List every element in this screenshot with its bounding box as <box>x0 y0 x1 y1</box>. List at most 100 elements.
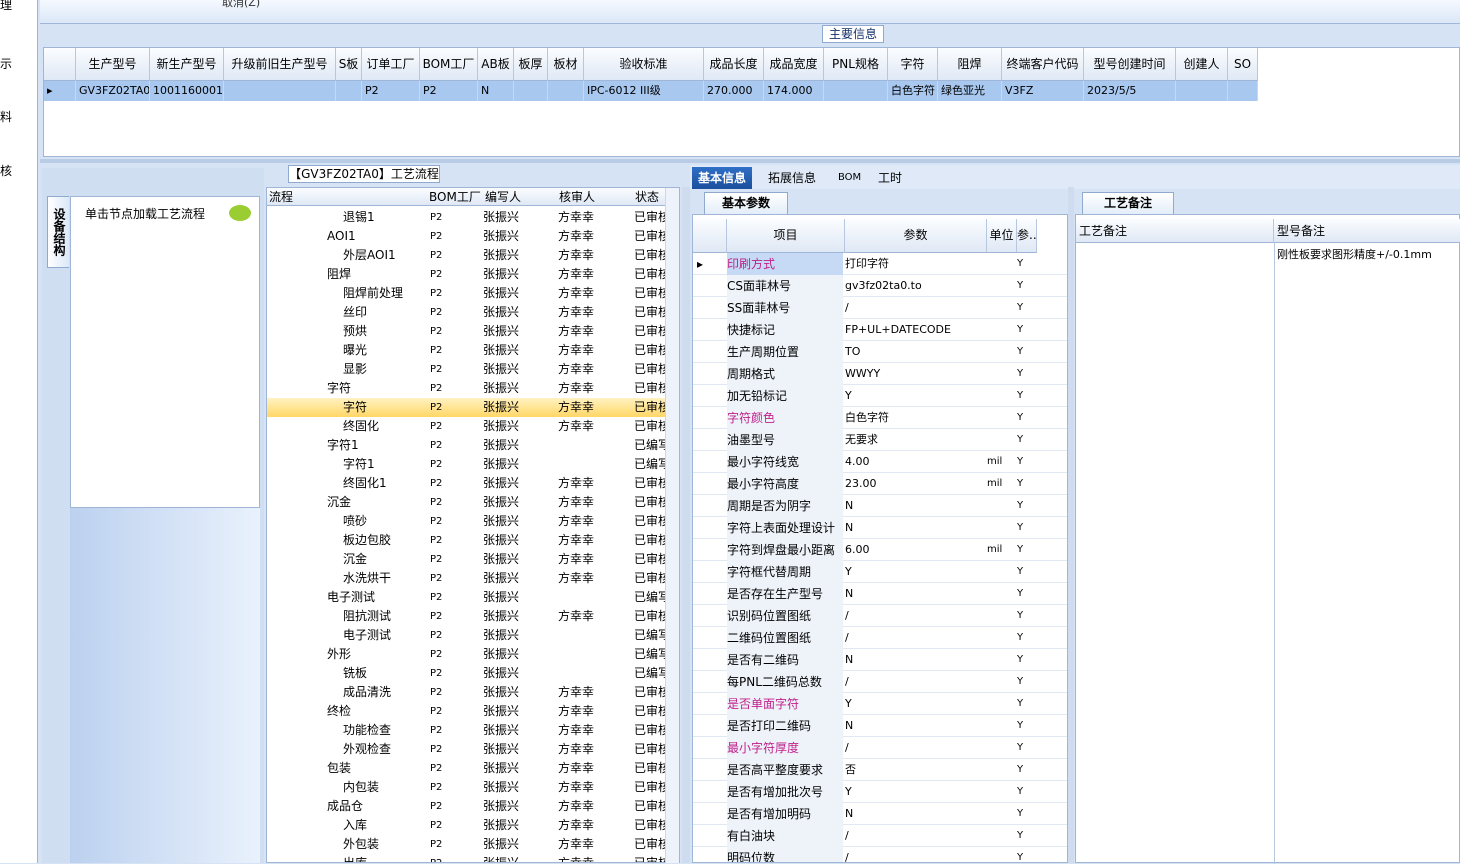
param-value[interactable]: N <box>845 803 985 825</box>
flow-column-header[interactable]: BOM工厂 <box>429 188 481 206</box>
param-row[interactable]: 字符颜色 白色字符 Y <box>693 407 1067 429</box>
tree-node[interactable]: 阻焊前处理 P2 张振兴 方幸幸 已审核 <box>267 284 667 303</box>
tree-node[interactable]: 终固化1 P2 张振兴 方幸幸 已审核 <box>267 474 667 493</box>
column-header[interactable]: BOM工厂 <box>420 48 478 81</box>
param-value[interactable]: / <box>845 847 985 862</box>
tree-node[interactable]: 喷砂 P2 张振兴 方幸幸 已审核 <box>267 512 667 531</box>
table-cell[interactable] <box>1228 81 1258 101</box>
horizontal-splitter[interactable] <box>40 159 1460 163</box>
tab-right[interactable]: 工时 <box>872 167 908 189</box>
param-row[interactable]: 周期格式 WWYY Y <box>693 363 1067 385</box>
tree-node[interactable]: 退锡1 P2 张振兴 方幸幸 已审核 <box>267 208 667 227</box>
param-value[interactable]: / <box>845 825 985 847</box>
param-value[interactable]: Y <box>845 781 985 803</box>
tree-node[interactable]: 曝光 P2 张振兴 方幸幸 已审核 <box>267 341 667 360</box>
table-cell[interactable] <box>224 81 336 101</box>
left-nav-item[interactable]: 核 <box>0 162 38 179</box>
process-flow-tree[interactable]: 流程BOM工厂编写人核审人状态退锡1P2张振兴方幸幸已审核− AOI1P2张振兴… <box>266 187 680 863</box>
param-value[interactable]: WWYY <box>845 363 985 385</box>
tree-node[interactable]: 入库 P2 张振兴 方幸幸 已审核 <box>267 816 667 835</box>
table-cell[interactable]: P2 <box>362 81 420 101</box>
param-value[interactable]: 打印字符 <box>845 253 985 275</box>
column-header[interactable]: 新生产型号 <box>150 48 224 81</box>
param-row[interactable]: 有白油块 / Y <box>693 825 1067 847</box>
left-nav-item[interactable]: 理 <box>0 0 38 13</box>
table-cell[interactable]: GV3FZ02TA0 <box>76 81 150 101</box>
param-value[interactable]: FP+UL+DATECODE <box>845 319 985 341</box>
table-cell[interactable]: 白色字符 <box>888 81 938 101</box>
param-value[interactable]: 无要求 <box>845 429 985 451</box>
tree-node[interactable]: − 电子测试P2张振兴已编写 <box>267 588 667 607</box>
column-header[interactable]: 阻焊 <box>938 48 1002 81</box>
tree-node[interactable]: 内包装 P2 张振兴 方幸幸 已审核 <box>267 778 667 797</box>
flow-column-header[interactable]: 状态 <box>635 188 659 206</box>
cancel-button[interactable]: 取消(Z) <box>222 0 260 10</box>
param-row[interactable]: 是否打印二维码 N Y <box>693 715 1067 737</box>
param-value[interactable]: N <box>845 649 985 671</box>
tree-node[interactable]: − 成品仓P2张振兴方幸幸已审核 <box>267 797 667 816</box>
table-cell[interactable]: IPC-6012 III级 <box>584 81 704 101</box>
tree-node[interactable]: 显影 P2 张振兴 方幸幸 已审核 <box>267 360 667 379</box>
column-header[interactable]: S板 <box>336 48 362 81</box>
table-cell[interactable]: 2023/5/5 <box>1084 81 1176 101</box>
param-row[interactable]: 最小字符线宽 4.00 mil Y <box>693 451 1067 473</box>
param-value[interactable]: / <box>845 605 985 627</box>
param-value[interactable]: N <box>845 495 985 517</box>
param-row[interactable]: 生产周期位置 TO Y <box>693 341 1067 363</box>
tree-node[interactable]: − 字符P2张振兴方幸幸已审核 <box>267 379 667 398</box>
tab-device-structure[interactable]: 设备结构 <box>47 196 69 268</box>
table-row[interactable]: ▸GV3FZ02TA010011600011362P2P2NIPC-6012 I… <box>44 81 1258 101</box>
flow-column-header[interactable]: 流程 <box>269 188 293 206</box>
param-value[interactable]: / <box>845 297 985 319</box>
param-value[interactable]: 6.00 <box>845 539 985 561</box>
table-cell[interactable] <box>1176 81 1228 101</box>
tree-node[interactable]: 预烘 P2 张振兴 方幸幸 已审核 <box>267 322 667 341</box>
table-cell[interactable]: N <box>478 81 514 101</box>
tree-node[interactable]: − 字符1P2张振兴已编写 <box>267 436 667 455</box>
param-value[interactable]: N <box>845 583 985 605</box>
param-value[interactable]: Y <box>845 561 985 583</box>
tree-node[interactable]: − 阻焊P2张振兴方幸幸已审核 <box>267 265 667 284</box>
param-row[interactable]: 二维码位置图纸 / Y <box>693 627 1067 649</box>
tree-node[interactable]: 字符 P2 张振兴 方幸幸 已审核 <box>267 398 667 417</box>
param-value[interactable]: N <box>845 715 985 737</box>
param-value[interactable]: / <box>845 627 985 649</box>
column-header[interactable]: 字符 <box>888 48 938 81</box>
column-header[interactable]: 终端客户代码 <box>1002 48 1084 81</box>
column-header[interactable]: 型号创建时间 <box>1084 48 1176 81</box>
flow-column-header[interactable]: 核审人 <box>559 188 595 206</box>
tree-node[interactable]: 外层AOI1 P2 张振兴 方幸幸 已审核 <box>267 246 667 265</box>
param-value[interactable]: 白色字符 <box>845 407 985 429</box>
param-row[interactable]: 字符到焊盘最小距离 6.00 mil Y <box>693 539 1067 561</box>
param-row[interactable]: 加无铅标记 Y Y <box>693 385 1067 407</box>
table-cell[interactable]: 绿色亚光 <box>938 81 1002 101</box>
tab-process-remark[interactable]: 工艺备注 <box>1082 192 1174 214</box>
tree-node[interactable]: 水洗烘干 P2 张振兴 方幸幸 已审核 <box>267 569 667 588</box>
table-cell[interactable] <box>336 81 362 101</box>
param-value[interactable]: N <box>845 517 985 539</box>
param-row[interactable]: 字符框代替周期 Y Y <box>693 561 1067 583</box>
param-value[interactable]: 23.00 <box>845 473 985 495</box>
tree-node[interactable]: 电子测试 P2 张振兴 已编写 <box>267 626 667 645</box>
param-row[interactable]: SS面菲林号 / Y <box>693 297 1067 319</box>
param-value[interactable]: gv3fz02ta0.to <box>845 275 985 297</box>
param-row[interactable]: 周期是否为阴字 N Y <box>693 495 1067 517</box>
param-row[interactable]: 最小字符厚度 / Y <box>693 737 1067 759</box>
params-column-header[interactable]: 项目 <box>727 219 845 253</box>
table-cell[interactable] <box>514 81 548 101</box>
param-row[interactable]: CS面菲林号 gv3fz02ta0.to Y <box>693 275 1067 297</box>
tree-node[interactable]: 外包装 P2 张振兴 方幸幸 已审核 <box>267 835 667 854</box>
param-value[interactable]: Y <box>845 693 985 715</box>
tree-node[interactable]: − 外形P2张振兴已编写 <box>267 645 667 664</box>
tree-node[interactable]: 阻抗测试 P2 张振兴 方幸幸 已审核 <box>267 607 667 626</box>
column-header[interactable]: 板材 <box>548 48 584 81</box>
param-value[interactable]: TO <box>845 341 985 363</box>
column-header[interactable]: 成品长度 <box>704 48 764 81</box>
column-header[interactable]: 创建人 <box>1176 48 1228 81</box>
basic-params-grid[interactable]: 项目 参数 单位 参.. ▸ 印刷方式 打印字符 Y CS面菲林号 gv3fz02ta0.to Y S… <box>692 214 1068 863</box>
tab-basic-params[interactable]: 基本参数 <box>704 192 788 214</box>
param-value[interactable]: 否 <box>845 759 985 781</box>
column-header[interactable]: 订单工厂 <box>362 48 420 81</box>
param-row[interactable]: ▸ 印刷方式 打印字符 Y <box>693 253 1067 275</box>
column-header[interactable]: 生产型号 <box>76 48 150 81</box>
